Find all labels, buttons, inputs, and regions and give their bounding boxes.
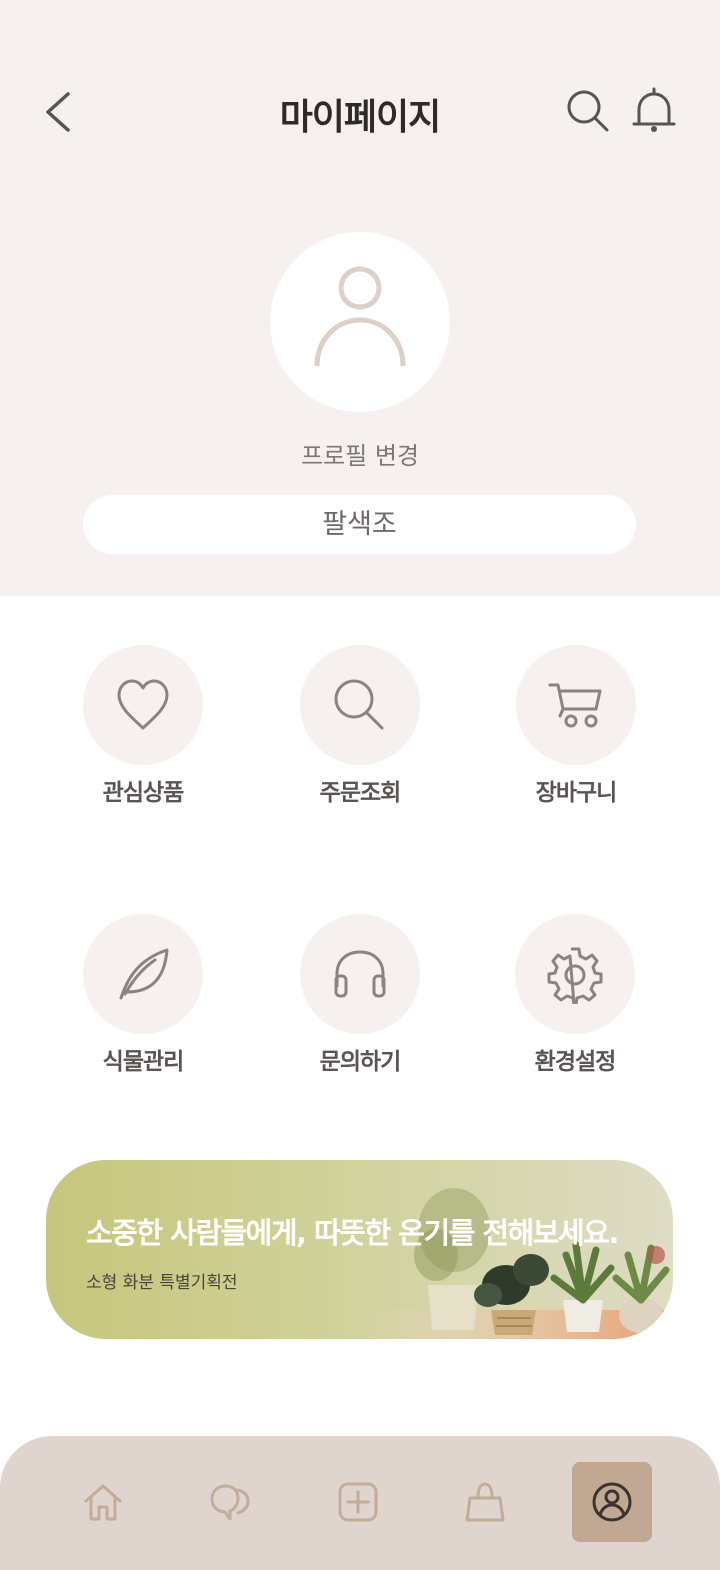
menu-label: 문의하기 bbox=[319, 1049, 402, 1075]
user-icon bbox=[314, 266, 406, 367]
profile-icon bbox=[592, 1482, 632, 1522]
menu-label: 관심상품 bbox=[102, 780, 185, 806]
menu-icon-circle bbox=[300, 645, 420, 765]
menu-label: 환경설정 bbox=[534, 1049, 617, 1075]
menu-item-order-lookup[interactable]: 주문조회 bbox=[280, 645, 440, 815]
promo-banner[interactable]: 소중한 사람들에게, 따뜻한 온기를 전해보세요. 소형 화분 특별기획전 bbox=[46, 1160, 673, 1339]
leaf-icon bbox=[119, 948, 169, 1000]
menu-item-inquiry[interactable]: 문의하기 bbox=[280, 914, 440, 1084]
home-icon bbox=[84, 1484, 122, 1521]
menu-label: 장바구니 bbox=[535, 780, 618, 806]
menu-label: 주문조회 bbox=[319, 780, 402, 806]
menu-item-wishlist[interactable]: 관심상품 bbox=[63, 645, 223, 815]
notification-button[interactable] bbox=[628, 86, 680, 138]
gear-icon bbox=[547, 947, 603, 1004]
bottom-nav bbox=[0, 1436, 720, 1570]
banner-subtitle: 소형 화분 특별기획전 bbox=[86, 1273, 238, 1293]
menu-icon-circle bbox=[515, 914, 635, 1034]
search-button[interactable] bbox=[562, 86, 614, 138]
cart-icon bbox=[548, 683, 602, 728]
bell-icon bbox=[632, 87, 676, 132]
menu-item-settings[interactable]: 환경설정 bbox=[495, 914, 655, 1084]
nav-chat[interactable] bbox=[190, 1462, 270, 1542]
profile-change-link[interactable]: 프로필 변경 bbox=[0, 436, 720, 471]
menu-icon-circle bbox=[83, 645, 203, 765]
avatar[interactable] bbox=[270, 232, 450, 412]
menu-label: 식물관리 bbox=[102, 1049, 185, 1075]
banner-title: 소중한 사람들에게, 따뜻한 온기를 전해보세요. bbox=[86, 1216, 619, 1250]
menu-item-plant-care[interactable]: 식물관리 bbox=[63, 914, 223, 1084]
shopping-bag-icon bbox=[465, 1482, 505, 1522]
nav-shop[interactable] bbox=[445, 1462, 525, 1542]
menu-icon-circle bbox=[516, 645, 636, 765]
nav-home[interactable] bbox=[63, 1462, 143, 1542]
search-icon bbox=[567, 90, 609, 132]
menu-icon-circle bbox=[83, 914, 203, 1034]
search-icon bbox=[334, 679, 384, 730]
menu-item-cart[interactable]: 장바구니 bbox=[496, 645, 656, 815]
nav-profile[interactable] bbox=[572, 1462, 652, 1542]
nickname-field[interactable]: 팔색조 bbox=[83, 495, 636, 554]
headphones-icon bbox=[334, 950, 386, 998]
chat-icon bbox=[210, 1484, 250, 1521]
nav-add[interactable] bbox=[318, 1462, 398, 1542]
add-icon bbox=[338, 1482, 378, 1522]
menu-icon-circle bbox=[300, 914, 420, 1034]
heart-icon bbox=[117, 679, 169, 730]
